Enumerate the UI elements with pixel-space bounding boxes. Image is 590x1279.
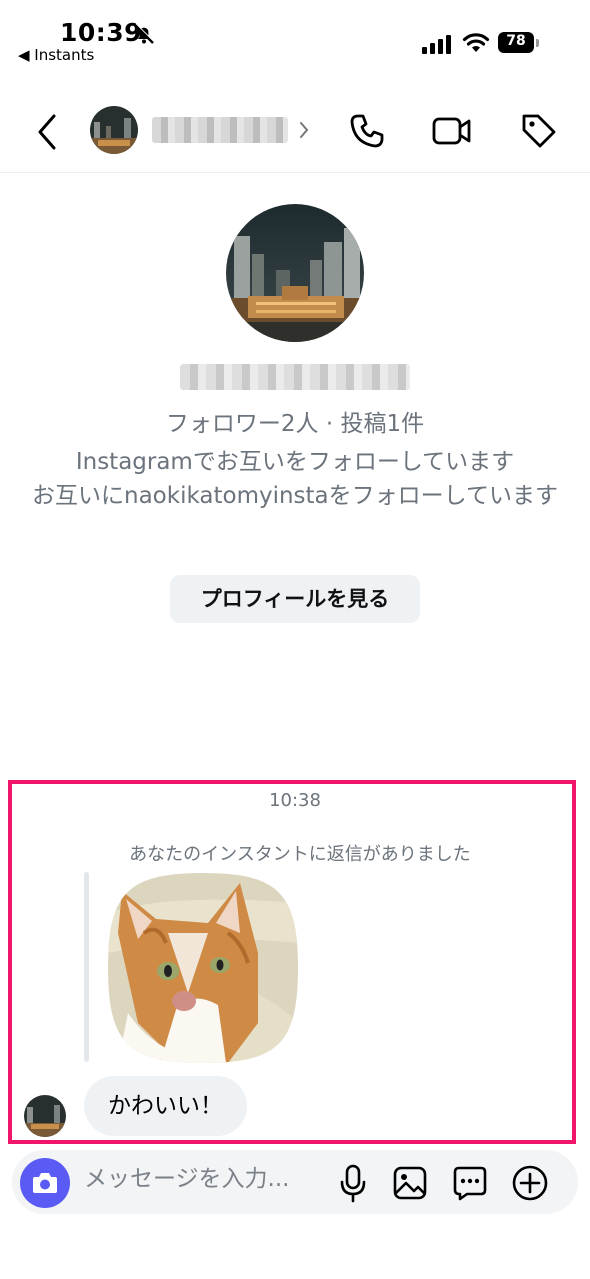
camera-icon[interactable]: [20, 1158, 70, 1208]
status-time: 10:39: [60, 18, 143, 47]
header-divider: [0, 172, 590, 173]
sticker-icon[interactable]: [452, 1165, 488, 1201]
back-icon[interactable]: [34, 112, 62, 152]
tag-icon[interactable]: [518, 110, 558, 150]
instant-cat-photo[interactable]: [108, 873, 298, 1063]
message-input[interactable]: [84, 1166, 324, 1192]
username-pixelated[interactable]: [152, 117, 288, 143]
view-profile-button[interactable]: プロフィールを見る: [170, 575, 420, 623]
avatar[interactable]: [90, 106, 138, 154]
plus-icon[interactable]: [510, 1163, 550, 1203]
message-timestamp: 10:38: [269, 790, 321, 811]
mutual-instagram-text: Instagramでお互いをフォローしています: [75, 449, 515, 475]
profile-stats: フォロワー2人 · 投稿1件: [165, 411, 425, 437]
reply-note: あなたのインスタントに返信がありました: [129, 844, 471, 865]
phone-icon[interactable]: [348, 112, 386, 150]
wifi-icon: [462, 32, 490, 54]
video-camera-icon[interactable]: [432, 114, 472, 148]
battery-level: 78: [506, 33, 526, 49]
bell-slash-icon: [132, 22, 156, 46]
gallery-icon[interactable]: [392, 1165, 428, 1201]
battery-indicator: 78: [498, 32, 540, 54]
profile-avatar[interactable]: [226, 204, 364, 342]
microphone-icon[interactable]: [336, 1163, 370, 1203]
chevron-right-icon[interactable]: [298, 120, 310, 140]
reply-indicator-bar: [84, 872, 89, 1062]
profile-name-pixelated: [180, 364, 410, 390]
message-bubble[interactable]: かわいい！: [84, 1076, 247, 1136]
signal-icon: [422, 34, 454, 54]
mutual-follow-text: お互いにnaokikatomyinstaをフォローしています: [32, 483, 558, 509]
back-to-app-link[interactable]: ◀ Instants: [18, 46, 94, 64]
sender-avatar[interactable]: [24, 1095, 66, 1137]
